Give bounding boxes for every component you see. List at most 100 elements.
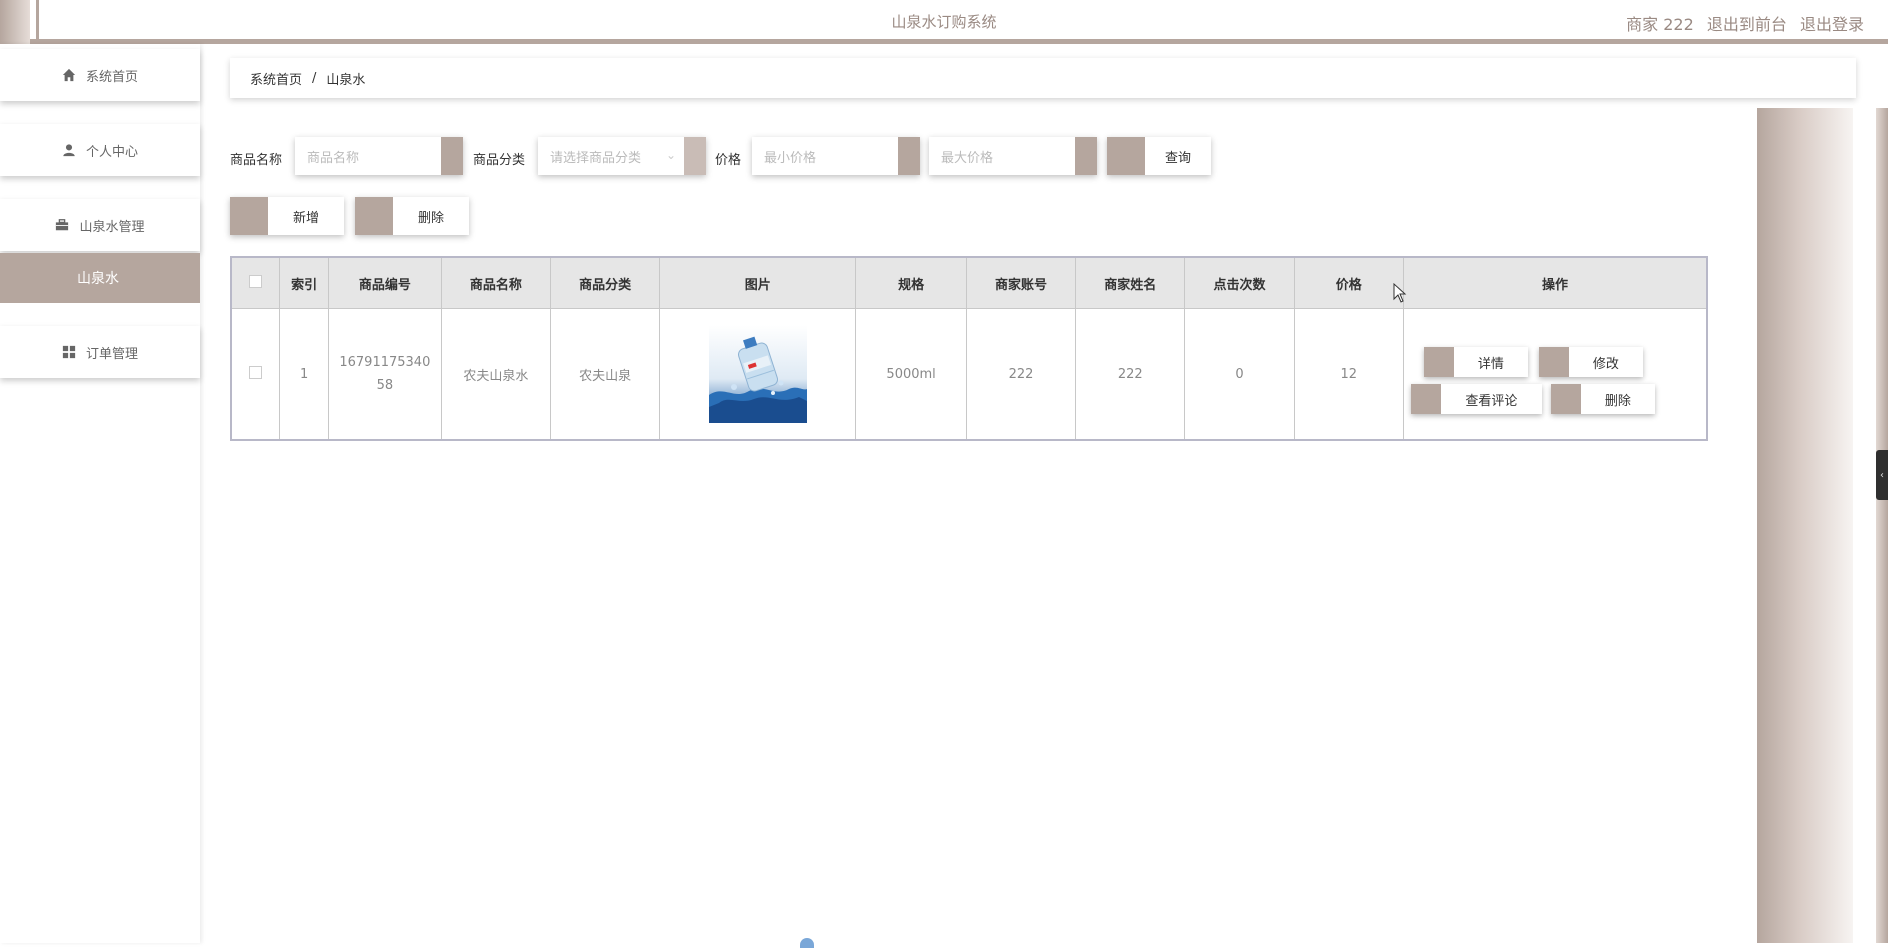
sidebar-item-label: 系统首页 [85, 69, 138, 85]
product-category-cell: 农夫山泉 [549, 308, 661, 441]
breadcrumb-current: 山泉水 [326, 72, 366, 88]
exit-to-front-link[interactable]: 退出到前台 [1707, 15, 1787, 34]
merchant-name-cell: 222 [1075, 308, 1186, 441]
loading-indicator [800, 938, 814, 948]
right-decorative-panel [1757, 108, 1853, 943]
breadcrumb-home[interactable]: 系统首页 [250, 69, 302, 88]
button-accent [1423, 347, 1454, 377]
button-accent [355, 197, 393, 235]
column-header: 价格 [1293, 256, 1404, 309]
min-price-placeholder: 最小价格 [764, 150, 817, 166]
sidebar-item-profile[interactable]: 个人中心 [0, 124, 200, 176]
input-accent [1075, 137, 1097, 175]
button-accent [1550, 384, 1581, 414]
table-header-row: 索引 商品编号 商品名称 商品分类 图片 规格 商家账号 商家姓名 点击次数 价… [230, 256, 1708, 309]
water-bottle-image [708, 325, 807, 423]
column-header: 点击次数 [1184, 256, 1295, 309]
sidebar-item-label: 订单管理 [85, 346, 138, 362]
price-cell: 12 [1293, 308, 1404, 441]
product-category-placeholder: 请选择商品分类 [550, 150, 642, 166]
product-code-line2: 58 [376, 378, 394, 393]
operations-cell: 详情 修改 查看评论 删除 [1402, 308, 1708, 441]
user-icon [63, 144, 75, 157]
grid-icon [62, 345, 76, 359]
column-header: 操作 [1402, 256, 1708, 309]
column-header: 商品名称 [440, 256, 551, 309]
view-comments-button-label: 查看评论 [1465, 393, 1518, 409]
min-price-input[interactable]: 最小价格 [752, 137, 920, 175]
product-category-select[interactable]: 请选择商品分类 ⌄ [538, 137, 706, 175]
button-accent [1107, 137, 1145, 175]
home-icon [62, 68, 76, 82]
row-actions: 详情 修改 查看评论 删除 [1405, 334, 1705, 414]
delete-button[interactable]: 删除 [355, 197, 469, 235]
sidebar: 系统首页 个人中心 山泉水管理 山泉水 订单管理 [0, 44, 200, 943]
current-user-label: 商家 222 [1626, 15, 1694, 34]
input-accent [898, 137, 920, 175]
column-header: 图片 [659, 256, 857, 309]
product-name-label: 商品名称 [230, 153, 283, 168]
select-all-checkbox[interactable] [249, 274, 263, 288]
sidebar-item-water-management[interactable]: 山泉水管理 [0, 199, 200, 251]
delete-button-label: 删除 [417, 210, 444, 226]
input-accent [684, 137, 706, 175]
input-accent [441, 137, 463, 175]
query-button[interactable]: 查询 [1107, 137, 1211, 175]
mouse-cursor-icon [1393, 283, 1407, 303]
query-button-label: 查询 [1164, 150, 1191, 166]
breadcrumb: 系统首页 / 山泉水 [230, 58, 1856, 98]
table-row: 1 16791175340 58 农夫山泉水 农夫山泉 5000ml 222 2… [230, 308, 1708, 441]
top-bar: 山泉水订购系统 商家 222 退出到前台 退出登录 [0, 0, 1888, 44]
select-all-cell [230, 256, 281, 309]
edit-button-label: 修改 [1592, 356, 1619, 372]
chevron-left-icon: ‹ [1880, 469, 1884, 481]
column-header: 规格 [855, 256, 967, 309]
collapse-tab[interactable]: ‹ [1876, 450, 1888, 500]
clicks-cell: 0 [1184, 308, 1295, 441]
column-header: 商品分类 [549, 256, 661, 309]
chevron-down-icon: ⌄ [665, 148, 676, 162]
button-accent [1410, 384, 1441, 414]
max-price-placeholder: 最大价格 [941, 150, 994, 166]
logout-link[interactable]: 退出登录 [1800, 15, 1864, 34]
price-label: 价格 [715, 153, 742, 168]
detail-button-label: 详情 [1477, 356, 1504, 372]
products-table: 索引 商品编号 商品名称 商品分类 图片 规格 商家账号 商家姓名 点击次数 价… [230, 256, 1708, 441]
product-name-placeholder: 商品名称 [307, 150, 360, 166]
sidebar-item-label: 山泉水管理 [79, 219, 145, 235]
index-cell: 1 [279, 308, 329, 441]
view-comments-button[interactable]: 查看评论 [1410, 384, 1542, 414]
product-category-label: 商品分类 [473, 153, 526, 168]
product-code-line1: 16791175340 [339, 355, 431, 370]
sidebar-subitem-water[interactable]: 山泉水 [0, 253, 200, 303]
product-code-cell: 16791175340 58 [327, 308, 442, 441]
row-select-cell [230, 308, 281, 441]
button-accent [230, 197, 268, 235]
sidebar-item-home[interactable]: 系统首页 [0, 49, 200, 101]
spec-cell: 5000ml [855, 308, 967, 441]
product-image-cell [659, 308, 857, 441]
merchant-account-cell: 222 [965, 308, 1077, 441]
row-checkbox[interactable] [249, 365, 263, 379]
app-title: 山泉水订购系统 [891, 13, 997, 31]
right-edge-decoration [1876, 108, 1888, 943]
edit-button[interactable]: 修改 [1538, 347, 1643, 377]
column-header: 商家账号 [965, 256, 1077, 309]
row-delete-button[interactable]: 删除 [1550, 384, 1655, 414]
briefcase-icon [56, 219, 69, 231]
button-accent [1538, 347, 1569, 377]
product-name-cell: 农夫山泉水 [440, 308, 551, 441]
sidebar-item-orders[interactable]: 订单管理 [0, 326, 200, 378]
column-header: 商家姓名 [1075, 256, 1186, 309]
product-name-input[interactable]: 商品名称 [295, 137, 463, 175]
column-header: 索引 [279, 256, 329, 309]
row-delete-button-label: 删除 [1604, 393, 1631, 409]
max-price-input[interactable]: 最大价格 [929, 137, 1097, 175]
add-button[interactable]: 新增 [230, 197, 344, 235]
sidebar-item-label: 个人中心 [85, 144, 138, 160]
add-button-label: 新增 [292, 210, 319, 226]
breadcrumb-separator: / [312, 70, 317, 86]
detail-button[interactable]: 详情 [1423, 347, 1528, 377]
header-user-menu: 商家 222 退出到前台 退出登录 [1626, 11, 1864, 35]
column-header: 商品编号 [327, 256, 442, 309]
